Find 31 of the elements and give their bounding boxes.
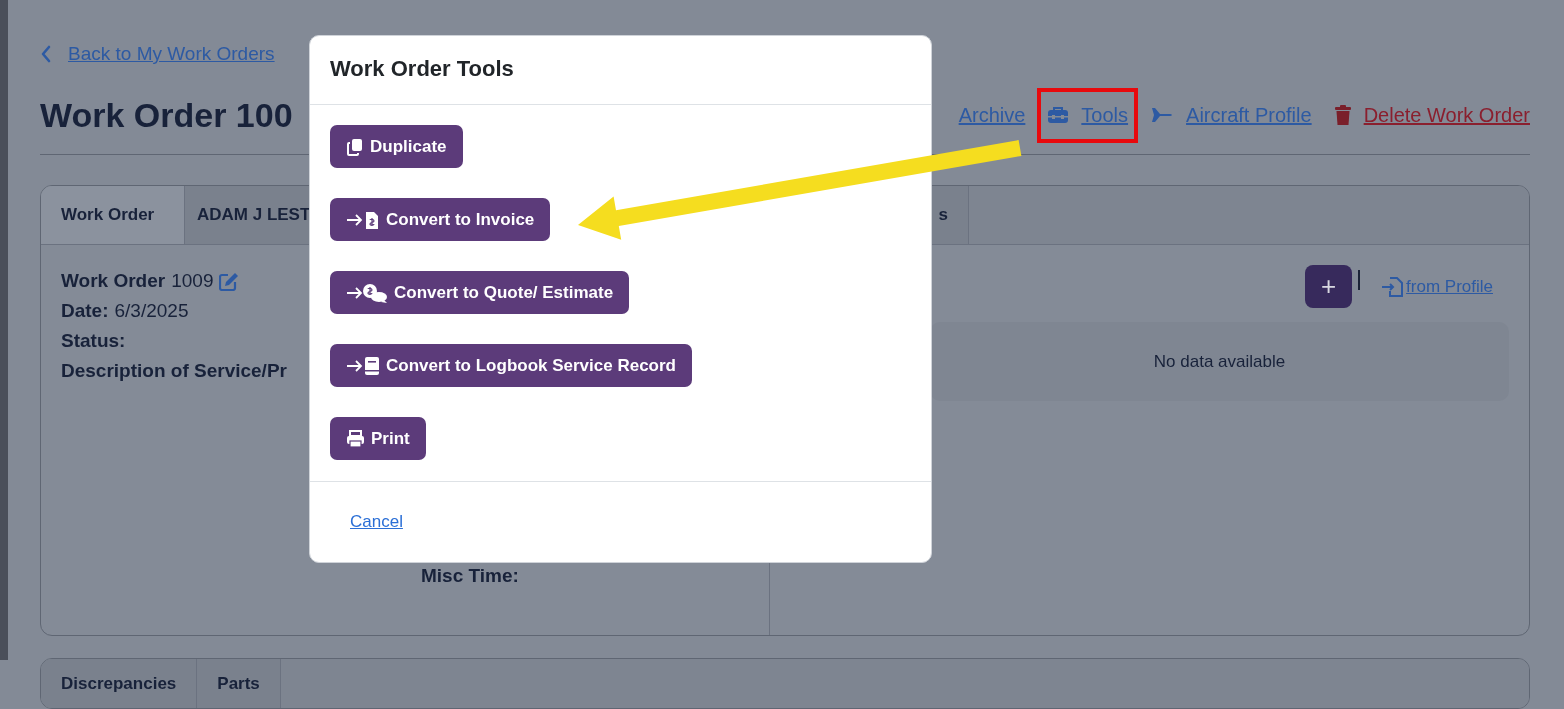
field-label: Status: <box>61 330 126 352</box>
toolbox-icon <box>1047 106 1070 124</box>
edit-icon[interactable] <box>219 271 240 291</box>
page-title: Work Order 100 <box>40 95 293 135</box>
copy-icon <box>346 137 364 156</box>
dialog-title: Work Order Tools <box>310 36 931 105</box>
tab[interactable]: Parts <box>197 659 281 708</box>
quote-button[interactable]: Convert to Quote/ Estimate <box>330 271 630 314</box>
field-label: Misc Time: <box>420 565 520 587</box>
file-import-icon <box>1382 276 1405 297</box>
invoice-button[interactable]: Convert to Invoice <box>330 198 551 241</box>
field-value: 6/3/2025 <box>114 300 189 322</box>
printer-icon <box>346 429 365 448</box>
tab[interactable]: Work Order <box>41 186 185 244</box>
delete-link[interactable]: Delete Work Order <box>1323 87 1540 143</box>
logbook-button[interactable]: Convert to Logbook Service Record <box>330 344 692 387</box>
trash-icon <box>1333 104 1352 126</box>
field-label: Work Order <box>61 270 166 292</box>
chevron-left-icon <box>40 45 52 63</box>
arrow-money-chat-icon <box>346 282 388 303</box>
field-label: Description of Service/Pr <box>61 360 287 382</box>
cancel-link[interactable]: Cancel <box>350 512 403 531</box>
duplicate-button[interactable]: Duplicate <box>330 125 463 168</box>
print-button[interactable]: Print <box>330 417 426 460</box>
field-value: 1009 <box>171 270 214 292</box>
tab[interactable]: Discrepancies <box>41 659 198 708</box>
arrow-book-icon <box>346 355 380 376</box>
arrow-invoice-icon <box>346 209 380 230</box>
add-button[interactable]: + <box>1305 265 1353 308</box>
empty-message: No data available <box>930 322 1509 401</box>
field-label: Date: <box>61 300 109 322</box>
